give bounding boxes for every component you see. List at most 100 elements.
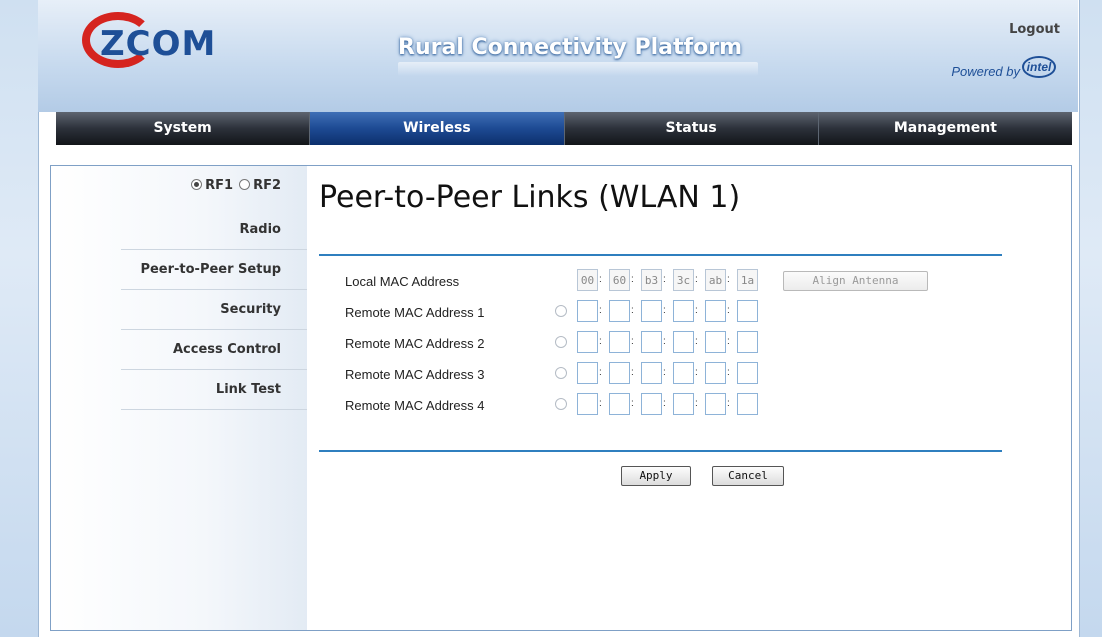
align-antenna-button[interactable]: Align Antenna <box>783 271 928 291</box>
mac-separator: : <box>695 305 698 316</box>
sidebar-item-radio[interactable]: Radio <box>121 210 307 250</box>
mac-separator: : <box>631 367 634 378</box>
remote-mac-3-octet-3[interactable] <box>641 362 662 384</box>
local-mac-octet-4 <box>673 269 694 291</box>
remote-mac-2-octet-3[interactable] <box>641 331 662 353</box>
remote-mac-2-octet-6[interactable] <box>737 331 758 353</box>
remote-mac-label-1: Remote MAC Address 1 <box>345 305 485 320</box>
remote-mac-3-octet-5[interactable] <box>705 362 726 384</box>
top-divider <box>319 254 1002 256</box>
cancel-button[interactable]: Cancel <box>712 466 784 486</box>
remote-mac-3-octet-1[interactable] <box>577 362 598 384</box>
remote-mac-4-octet-1[interactable] <box>577 393 598 415</box>
remote-mac-radio-2[interactable] <box>555 336 567 348</box>
local-mac-octet-1 <box>577 269 598 291</box>
mac-separator: : <box>727 367 730 378</box>
remote-mac-radio-3[interactable] <box>555 367 567 379</box>
nav-tab-wireless[interactable]: Wireless <box>310 112 565 145</box>
nav-tab-management[interactable]: Management <box>819 112 1072 145</box>
mac-separator: : <box>727 336 730 347</box>
remote-mac-3-octet-4[interactable] <box>673 362 694 384</box>
title-reflection <box>398 62 758 76</box>
mac-separator: : <box>663 398 666 409</box>
logo: ZCOM <box>100 24 217 64</box>
remote-mac-2-octet-2[interactable] <box>609 331 630 353</box>
nav-tab-status[interactable]: Status <box>565 112 819 145</box>
rf1-label: RF1 <box>205 178 234 193</box>
app-title: Rural Connectivity Platform <box>398 35 742 60</box>
rf2-label: RF2 <box>253 178 281 193</box>
remote-mac-3-octet-2[interactable] <box>609 362 630 384</box>
remote-mac-1-octet-3[interactable] <box>641 300 662 322</box>
mac-separator: : <box>695 274 698 285</box>
sidebar-item-link-test[interactable]: Link Test <box>121 370 307 410</box>
remote-mac-4-octet-3[interactable] <box>641 393 662 415</box>
mac-separator: : <box>695 367 698 378</box>
sidebar: RF1 RF2 Radio Peer-to-Peer Setup Security… <box>51 166 307 630</box>
main-content: Peer-to-Peer Links (WLAN 1) Local MAC Ad… <box>307 166 1071 630</box>
page-title: Peer-to-Peer Links (WLAN 1) <box>319 180 741 215</box>
remote-mac-1-octet-4[interactable] <box>673 300 694 322</box>
intel-logo-icon: intel <box>1022 56 1056 78</box>
powered-by-label: Powered by <box>951 64 1020 79</box>
mac-separator: : <box>695 336 698 347</box>
remote-mac-label-3: Remote MAC Address 3 <box>345 367 485 382</box>
remote-mac-row-3: Remote MAC Address 3 : : : : : <box>345 362 825 386</box>
rf-selector: RF1 RF2 <box>51 178 281 193</box>
mac-separator: : <box>727 274 730 285</box>
logout-link[interactable]: Logout <box>1009 22 1060 37</box>
sidebar-item-peer-to-peer-setup[interactable]: Peer-to-Peer Setup <box>121 250 307 290</box>
mac-separator: : <box>663 305 666 316</box>
remote-mac-1-octet-5[interactable] <box>705 300 726 322</box>
mac-separator: : <box>663 367 666 378</box>
rf2-radio[interactable] <box>239 179 251 190</box>
remote-mac-1-octet-1[interactable] <box>577 300 598 322</box>
mac-separator: : <box>631 398 634 409</box>
remote-mac-row-4: Remote MAC Address 4 : : : : : <box>345 393 825 417</box>
local-mac-octet-2 <box>609 269 630 291</box>
remote-mac-4-octet-4[interactable] <box>673 393 694 415</box>
apply-button[interactable]: Apply <box>621 466 691 486</box>
mac-separator: : <box>727 305 730 316</box>
mac-separator: : <box>599 398 602 409</box>
mac-separator: : <box>599 305 602 316</box>
remote-mac-3-octet-6[interactable] <box>737 362 758 384</box>
local-mac-octet-6 <box>737 269 758 291</box>
content-panel: RF1 RF2 Radio Peer-to-Peer Setup Security… <box>50 165 1072 631</box>
mac-separator: : <box>663 274 666 285</box>
mac-separator: : <box>631 336 634 347</box>
remote-mac-1-octet-2[interactable] <box>609 300 630 322</box>
remote-mac-2-octet-4[interactable] <box>673 331 694 353</box>
remote-mac-row-2: Remote MAC Address 2 : : : : : <box>345 331 825 355</box>
mac-separator: : <box>599 274 602 285</box>
mac-separator: : <box>663 336 666 347</box>
remote-mac-2-octet-5[interactable] <box>705 331 726 353</box>
remote-mac-4-octet-6[interactable] <box>737 393 758 415</box>
remote-mac-4-octet-2[interactable] <box>609 393 630 415</box>
mac-separator: : <box>727 398 730 409</box>
remote-mac-radio-1[interactable] <box>555 305 567 317</box>
rf1-radio[interactable] <box>191 179 203 190</box>
mac-separator: : <box>599 367 602 378</box>
sidebar-item-security[interactable]: Security <box>121 290 307 330</box>
remote-mac-2-octet-1[interactable] <box>577 331 598 353</box>
local-mac-label: Local MAC Address <box>345 274 460 289</box>
main-nav: System Wireless Status Management <box>56 112 1072 145</box>
remote-mac-4-octet-5[interactable] <box>705 393 726 415</box>
nav-tab-system[interactable]: System <box>56 112 311 145</box>
mac-separator: : <box>631 274 634 285</box>
bottom-divider <box>319 450 1002 452</box>
sidebar-item-access-control[interactable]: Access Control <box>121 330 307 370</box>
remote-mac-radio-4[interactable] <box>555 398 567 410</box>
remote-mac-1-octet-6[interactable] <box>737 300 758 322</box>
mac-separator: : <box>631 305 634 316</box>
header: ZCOM Rural Connectivity Platform Logout … <box>38 0 1078 112</box>
mac-separator: : <box>599 336 602 347</box>
remote-mac-label-4: Remote MAC Address 4 <box>345 398 485 413</box>
mac-separator: : <box>695 398 698 409</box>
remote-mac-label-2: Remote MAC Address 2 <box>345 336 485 351</box>
local-mac-octet-5 <box>705 269 726 291</box>
local-mac-row: Local MAC Address : : : : : Align Antenn… <box>345 269 945 293</box>
sidebar-menu: Radio Peer-to-Peer Setup Security Access… <box>121 210 307 410</box>
local-mac-octet-3 <box>641 269 662 291</box>
